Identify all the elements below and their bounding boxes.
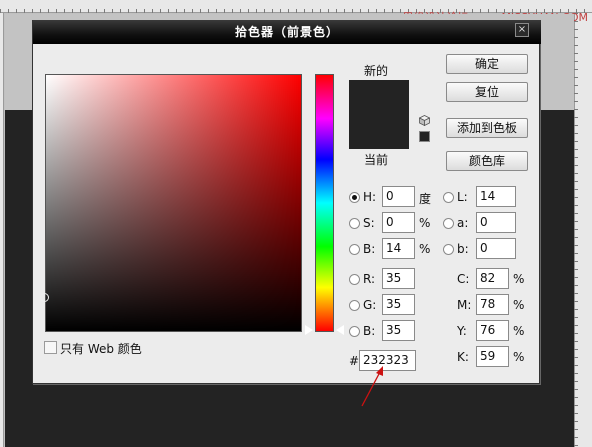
label-s: S: bbox=[363, 216, 375, 230]
unit-b: % bbox=[419, 242, 431, 256]
field-a[interactable]: 0 bbox=[476, 212, 516, 233]
radio-g[interactable] bbox=[349, 300, 360, 311]
out-of-gamut-cube-icon[interactable] bbox=[419, 115, 430, 126]
radio-b[interactable] bbox=[349, 244, 360, 255]
field-g[interactable]: 35 bbox=[382, 294, 415, 315]
web-safe-swatch-icon[interactable] bbox=[419, 131, 430, 142]
only-web-colors-checkbox[interactable] bbox=[44, 341, 57, 354]
unit-y: % bbox=[513, 324, 525, 338]
field-c[interactable]: 82 bbox=[476, 268, 509, 289]
label-lab-b: b: bbox=[457, 242, 469, 256]
unit-m: % bbox=[513, 298, 525, 312]
hue-slider-handle-left-icon[interactable] bbox=[304, 324, 313, 336]
radio-l[interactable] bbox=[443, 192, 454, 203]
field-k[interactable]: 59 bbox=[476, 346, 509, 367]
label-b: B: bbox=[363, 242, 376, 256]
label-a: a: bbox=[457, 216, 469, 230]
new-color-swatch bbox=[349, 80, 409, 115]
only-web-colors-label: 只有 Web 颜色 bbox=[60, 342, 142, 356]
radio-h[interactable] bbox=[349, 192, 360, 203]
label-hex: # bbox=[349, 354, 360, 368]
dialog-title[interactable]: 拾色器（前景色） bbox=[33, 20, 541, 44]
field-s[interactable]: 0 bbox=[382, 212, 415, 233]
new-color-label: 新的 bbox=[364, 64, 389, 78]
field-b[interactable]: 14 bbox=[382, 238, 415, 259]
label-blue: B: bbox=[363, 324, 376, 338]
field-m[interactable]: 78 bbox=[476, 294, 509, 315]
unit-h: 度 bbox=[419, 192, 432, 206]
color-libraries-button[interactable]: 颜色库 bbox=[446, 151, 528, 171]
current-color-label: 当前 bbox=[364, 153, 389, 167]
field-l[interactable]: 14 bbox=[476, 186, 516, 207]
label-k: K: bbox=[457, 350, 469, 364]
radio-lab-b[interactable] bbox=[443, 244, 454, 255]
hue-slider-handle-right-icon[interactable] bbox=[336, 325, 344, 335]
field-h[interactable]: 0 bbox=[382, 186, 415, 207]
field-blue[interactable]: 35 bbox=[382, 320, 415, 341]
color-selection-marker[interactable] bbox=[40, 293, 49, 302]
field-y[interactable]: 76 bbox=[476, 320, 509, 341]
current-color-swatch[interactable] bbox=[349, 115, 409, 149]
label-c: C: bbox=[457, 272, 470, 286]
color-picker-dialog: 拾色器（前景色） × 新的 当前 确定 复位 添加到色板 颜色库 H: 0 度 … bbox=[32, 20, 541, 384]
close-icon[interactable]: × bbox=[515, 23, 529, 37]
add-to-swatches-button[interactable]: 添加到色板 bbox=[446, 118, 528, 138]
unit-k: % bbox=[513, 350, 525, 364]
field-r[interactable]: 35 bbox=[382, 268, 415, 289]
saturation-brightness-field[interactable] bbox=[40, 74, 302, 332]
label-r: R: bbox=[363, 272, 376, 286]
field-lab-b[interactable]: 0 bbox=[476, 238, 516, 259]
reset-button[interactable]: 复位 bbox=[446, 82, 528, 102]
ok-button[interactable]: 确定 bbox=[446, 54, 528, 74]
unit-c: % bbox=[513, 272, 525, 286]
label-y: Y: bbox=[457, 324, 467, 338]
label-m: M: bbox=[457, 298, 472, 312]
field-hex[interactable]: 232323 bbox=[359, 350, 416, 371]
ruler-vertical-left bbox=[0, 13, 4, 447]
radio-s[interactable] bbox=[349, 218, 360, 229]
radio-a[interactable] bbox=[443, 218, 454, 229]
radio-r[interactable] bbox=[349, 274, 360, 285]
radio-blue[interactable] bbox=[349, 326, 360, 337]
label-l: L: bbox=[457, 190, 468, 204]
label-h: H: bbox=[363, 190, 377, 204]
unit-s: % bbox=[419, 216, 431, 230]
hue-slider[interactable] bbox=[315, 74, 334, 332]
ruler-ticks-vertical bbox=[574, 13, 592, 447]
label-g: G: bbox=[363, 298, 377, 312]
